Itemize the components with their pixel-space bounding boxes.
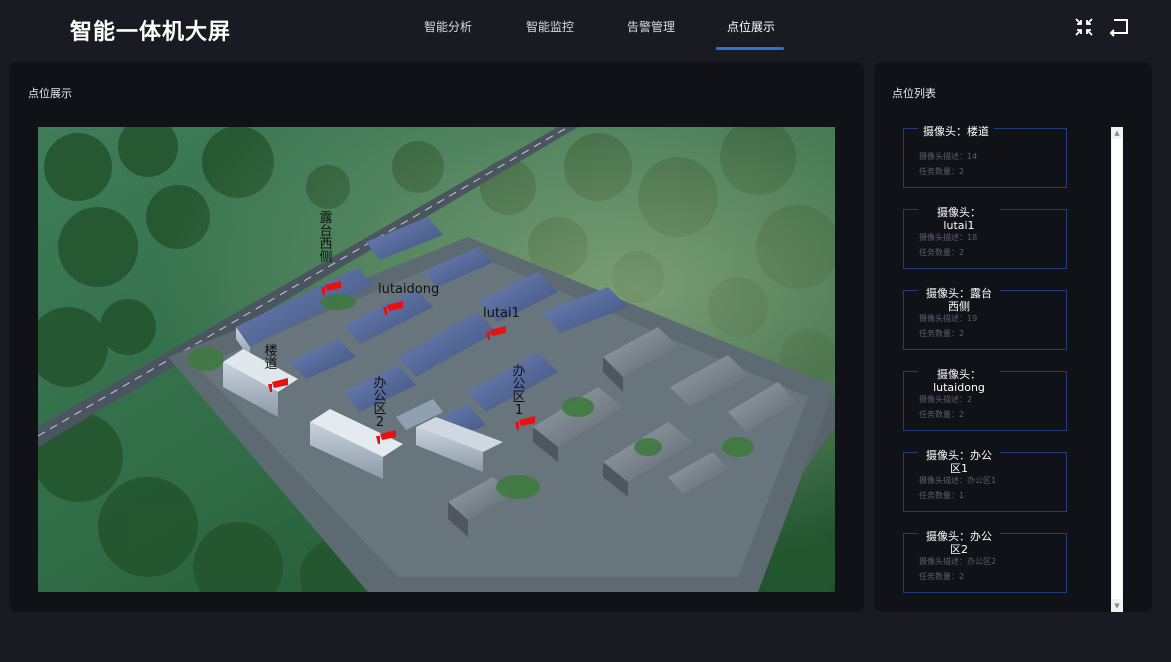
- point-list-scrollbar[interactable]: ▲ ▼: [1111, 127, 1123, 612]
- camera-card[interactable]: 摄像头：lutai1 摄像头描述：18 任务数量：2: [903, 206, 1067, 269]
- camera-marker-lutaidong[interactable]: [383, 300, 405, 319]
- map-panel-title: 点位展示: [28, 87, 72, 100]
- camera-description: 摄像头描述：19: [919, 314, 978, 323]
- camera-name: 摄像头：lutai1: [918, 206, 1000, 232]
- camera-name: 摄像头：办公区1: [918, 449, 1000, 475]
- app-header: 智能一体机大屏 智能分析 智能监控 告警管理 点位展示: [0, 0, 1171, 60]
- scroll-down-arrow-icon[interactable]: ▼: [1111, 600, 1123, 612]
- camera-description: 摄像头描述：办公区1: [919, 476, 997, 485]
- camera-card[interactable]: 摄像头：lutaidong 摄像头描述：2 任务数量：2: [903, 368, 1067, 431]
- camera-task-count: 任务数量：2: [919, 329, 965, 338]
- tab-point-display[interactable]: 点位展示: [727, 18, 775, 35]
- camera-description: 摄像头描述：14: [919, 152, 978, 161]
- camera-task-count: 任务数量：1: [919, 491, 965, 500]
- main-nav: 智能分析 智能监控 告警管理 点位展示: [0, 0, 1171, 60]
- camera-name: 摄像头：楼道: [918, 125, 994, 138]
- camera-marker-corridor[interactable]: [268, 377, 290, 396]
- marker-label-office-2: 办公区2: [373, 376, 387, 430]
- collapse-arrows-icon[interactable]: [1073, 16, 1095, 38]
- tab-alarm-management[interactable]: 告警管理: [627, 18, 675, 35]
- camera-marker-lutai-west[interactable]: [321, 280, 343, 299]
- tab-smart-analysis[interactable]: 智能分析: [424, 18, 472, 35]
- camera-marker-office-2[interactable]: [376, 429, 398, 448]
- camera-name: 摄像头：lutaidong: [918, 368, 1000, 394]
- camera-name: 摄像头：办公区2: [918, 530, 1000, 556]
- camera-description: 摄像头描述：办公区2: [919, 557, 997, 566]
- return-icon[interactable]: [1108, 16, 1130, 38]
- tab-smart-monitoring[interactable]: 智能监控: [526, 18, 574, 35]
- camera-card[interactable]: 摄像头：露台西侧 摄像头描述：19 任务数量：2: [903, 287, 1067, 350]
- camera-task-count: 任务数量：2: [919, 248, 965, 257]
- site-aerial-map[interactable]: 露台西侧 lutaidong lutai1 楼道 办公区2 办公区1: [38, 127, 835, 592]
- camera-description: 摄像头描述：2: [919, 395, 973, 404]
- marker-label-lutai1: lutai1: [483, 306, 520, 321]
- active-tab-indicator: [716, 47, 784, 50]
- camera-task-count: 任务数量：2: [919, 572, 965, 581]
- camera-task-count: 任务数量：2: [919, 410, 965, 419]
- marker-label-office-1: 办公区1: [512, 364, 526, 418]
- camera-card[interactable]: 摄像头：楼道 摄像头描述：14 任务数量：2: [903, 125, 1067, 188]
- point-list-title: 点位列表: [892, 87, 936, 100]
- marker-label-corridor: 楼道: [264, 344, 278, 372]
- scroll-up-arrow-icon[interactable]: ▲: [1111, 127, 1123, 139]
- camera-task-count: 任务数量：2: [919, 167, 965, 176]
- marker-label-lutaidong: lutaidong: [378, 282, 440, 297]
- camera-name: 摄像头：露台西侧: [918, 287, 1000, 313]
- camera-card[interactable]: 摄像头：办公区1 摄像头描述：办公区1 任务数量：1: [903, 449, 1067, 512]
- camera-card[interactable]: 摄像头：办公区2 摄像头描述：办公区2 任务数量：2: [903, 530, 1067, 593]
- marker-label-lutai-west: 露台西侧: [319, 211, 333, 265]
- camera-marker-lutai1[interactable]: [486, 325, 508, 344]
- scroll-thumb[interactable]: [1112, 139, 1122, 599]
- camera-description: 摄像头描述：18: [919, 233, 978, 242]
